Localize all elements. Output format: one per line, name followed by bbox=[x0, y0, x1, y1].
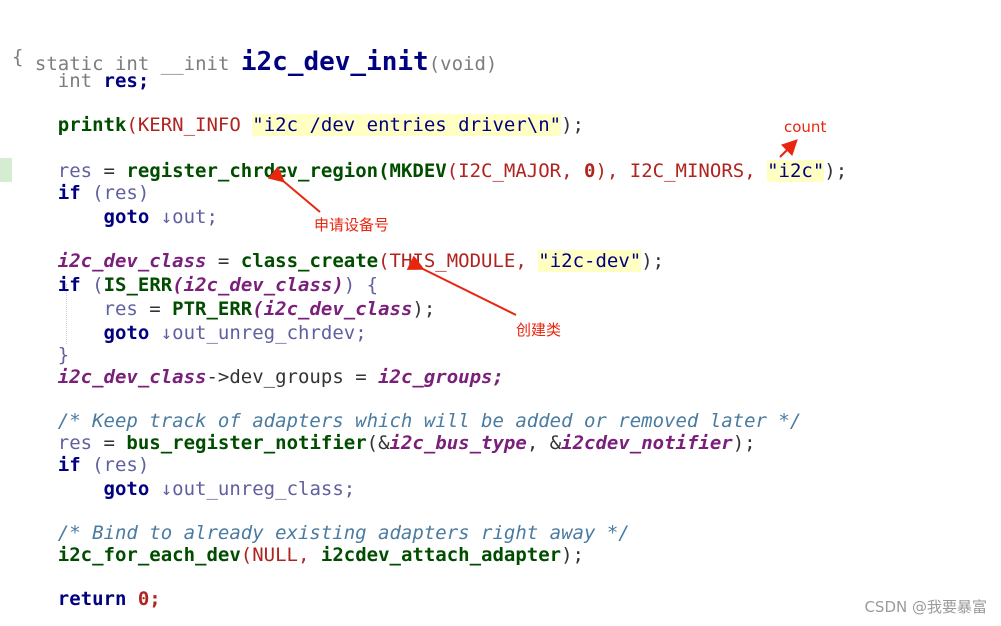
code-line-if-res-2: if (res) bbox=[12, 454, 150, 476]
code-line-close-brace: } bbox=[12, 344, 69, 366]
arrow-count bbox=[779, 139, 798, 158]
code-line-printk: printk(KERN_INFO "i2c /dev entries drive… bbox=[12, 114, 584, 136]
i2c-for-each-dev-call: i2c_for_each_dev bbox=[57, 544, 241, 566]
i2c-major: (I2C_MAJOR, bbox=[446, 160, 573, 182]
var-res: res bbox=[57, 160, 93, 182]
i2c-minors: ), I2C_MINORS, bbox=[595, 160, 756, 182]
i2c-groups: i2c_groups; bbox=[378, 366, 504, 388]
stmt-end: ); bbox=[412, 298, 436, 320]
var-i2c-dev-class: i2c_dev_class bbox=[57, 250, 207, 272]
assign-op: = bbox=[92, 160, 127, 182]
decl-var: res; bbox=[103, 70, 150, 92]
is-err-arg: (i2c_dev_class) bbox=[172, 274, 344, 296]
function-args: (void) bbox=[428, 53, 498, 75]
ptr-err-arg: (i2c_dev_class bbox=[252, 298, 413, 320]
is-err-call: IS_ERR bbox=[103, 274, 173, 296]
close-brace: } bbox=[57, 344, 70, 366]
code-line-bus-register: res = bus_register_notifier(&i2c_bus_typ… bbox=[12, 432, 756, 454]
goto-label-out: ↓out; bbox=[160, 206, 218, 228]
keyword-goto: goto bbox=[103, 322, 150, 344]
decl-type: int bbox=[57, 70, 93, 92]
open-brace: { bbox=[12, 46, 24, 68]
watermark: CSDN @我要暴富 bbox=[864, 598, 987, 616]
bus-register-notifier-call: bus_register_notifier bbox=[126, 432, 367, 454]
class-create-call: class_create bbox=[240, 250, 379, 272]
printk-string: "i2c /dev entries driver\n" bbox=[252, 114, 562, 136]
paren-open: ( bbox=[92, 274, 104, 296]
stmt-end: ); bbox=[824, 160, 848, 182]
null-arg: (NULL, bbox=[240, 544, 310, 566]
comment: /* Bind to already existing adapters rig… bbox=[57, 522, 630, 544]
assign-op: = bbox=[137, 298, 173, 320]
code-line-goto-out: goto ↓out; bbox=[12, 206, 218, 228]
keyword-goto: goto bbox=[103, 206, 150, 228]
changed-line-marker bbox=[0, 158, 12, 182]
annotation-count: count bbox=[784, 118, 827, 136]
var-res: res bbox=[57, 432, 93, 454]
goto-label-unreg-chrdev: ↓out_unreg_chrdev; bbox=[160, 322, 367, 344]
kern-info: (KERN_INFO bbox=[126, 114, 241, 136]
printk-call: printk bbox=[57, 114, 127, 136]
goto-label-unreg-class: ↓out_unreg_class; bbox=[160, 478, 356, 500]
arrow-register-chrdev bbox=[267, 166, 321, 213]
printk-end: ); bbox=[561, 114, 584, 136]
arg-sep: , & bbox=[526, 432, 562, 454]
zero-literal: 0 bbox=[584, 160, 596, 182]
keyword-if: if bbox=[57, 182, 81, 204]
code-line-ptr-err: res = PTR_ERR(i2c_dev_class); bbox=[12, 298, 436, 320]
code-line-register: res = register_chrdev_region(MKDEV(I2C_M… bbox=[12, 160, 847, 182]
code-line-signature: static int __init i2c_dev_init(void) bbox=[12, 20, 497, 76]
var-res: res bbox=[103, 298, 138, 320]
keyword-if: if bbox=[57, 454, 81, 476]
register-chrdev-region-call: register_chrdev_region bbox=[126, 160, 379, 182]
code-line-class-create: i2c_dev_class = class_create(THIS_MODULE… bbox=[12, 250, 664, 272]
keyword-init: __init bbox=[160, 53, 230, 75]
stmt-end: ); bbox=[641, 250, 665, 272]
function-name: i2c_dev_init bbox=[240, 47, 429, 77]
code-line-dev-groups: i2c_dev_class->dev_groups = i2c_groups; bbox=[12, 366, 504, 388]
code-line-for-each-dev: i2c_for_each_dev(NULL, i2cdev_attach_ada… bbox=[12, 544, 584, 566]
assign-op: = bbox=[92, 432, 127, 454]
stmt-end: ); bbox=[561, 544, 584, 566]
code-line-goto-unreg-class: goto ↓out_unreg_class; bbox=[12, 478, 356, 500]
code-line-comment-bind: /* Bind to already existing adapters rig… bbox=[12, 522, 630, 544]
if-close: ) { bbox=[343, 274, 379, 296]
keyword-goto: goto bbox=[103, 478, 150, 500]
code-line-if-is-err: if (IS_ERR(i2c_dev_class)) { bbox=[12, 274, 378, 296]
code-line-goto-unreg-chrdev: goto ↓out_unreg_chrdev; bbox=[12, 322, 367, 344]
i2c-string: "i2c" bbox=[767, 160, 825, 182]
this-module: (THIS_MODULE, bbox=[378, 250, 527, 272]
if-condition: (res) bbox=[92, 182, 150, 204]
var-i2c-dev-class: i2c_dev_class bbox=[57, 366, 207, 388]
code-line-open-brace: { bbox=[12, 46, 23, 68]
assign-op: = bbox=[206, 250, 241, 272]
keyword-if: if bbox=[57, 274, 81, 296]
return-value: 0; bbox=[137, 588, 161, 610]
dev-groups-member: ->dev_groups = bbox=[206, 366, 379, 388]
i2cdev-attach-adapter: i2cdev_attach_adapter bbox=[309, 544, 562, 566]
keyword-return: return bbox=[57, 588, 127, 610]
arg-open: (& bbox=[366, 432, 390, 454]
if-condition: (res) bbox=[92, 454, 150, 476]
code-line-if-res: if (res) bbox=[12, 182, 150, 204]
comment: /* Keep track of adapters which will be … bbox=[57, 410, 802, 432]
i2c-bus-type: i2c_bus_type bbox=[389, 432, 527, 454]
mkdev-call: (MKDEV bbox=[378, 160, 447, 182]
annotation-register-chrdev: 申请设备号 bbox=[314, 216, 390, 234]
annotation-class-create: 创建类 bbox=[516, 321, 562, 339]
ptr-err-call: PTR_ERR bbox=[172, 298, 253, 320]
code-line-decl: int res; bbox=[12, 70, 150, 92]
stmt-end: ); bbox=[732, 432, 756, 454]
code-line-comment-keep-track: /* Keep track of adapters which will be … bbox=[12, 410, 802, 432]
i2c-dev-string: "i2c-dev" bbox=[538, 250, 642, 272]
i2cdev-notifier: i2cdev_notifier bbox=[561, 432, 733, 454]
code-line-return: return 0; bbox=[12, 588, 161, 610]
